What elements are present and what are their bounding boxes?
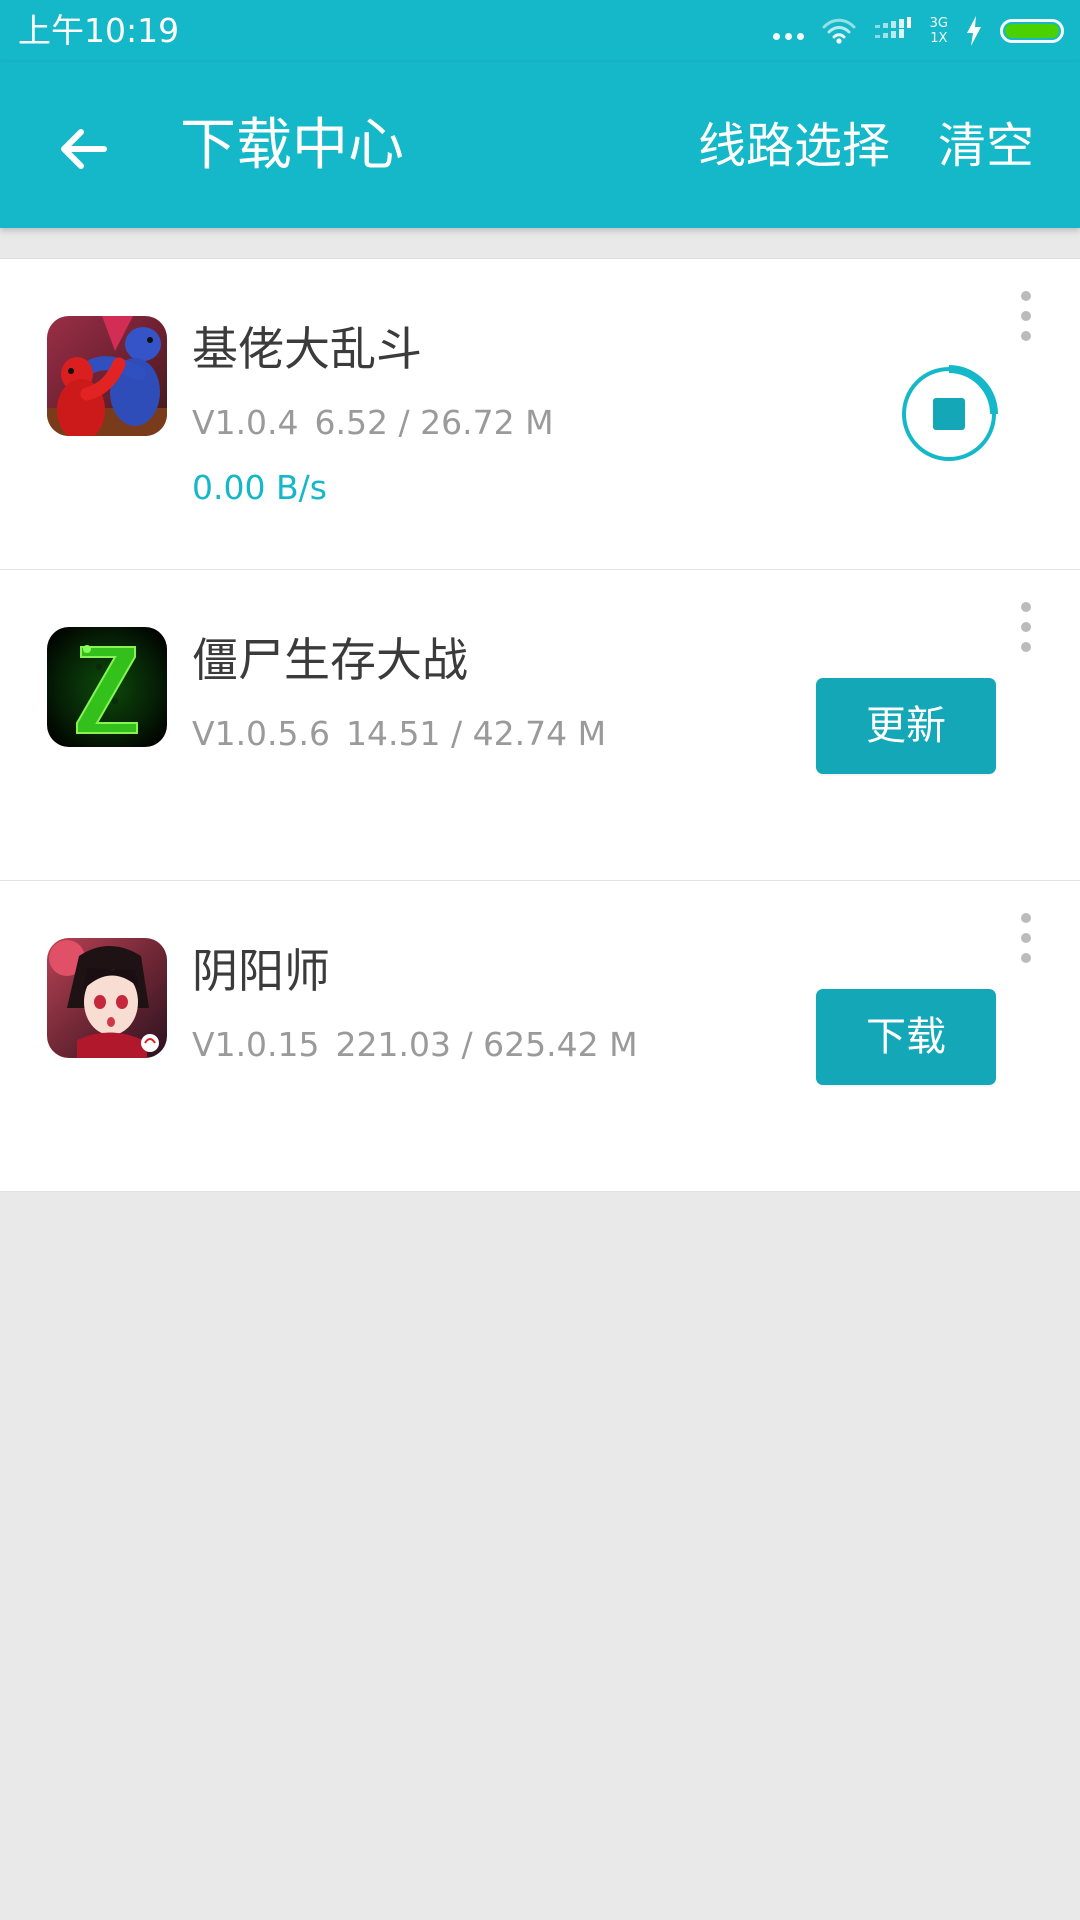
download-item[interactable]: 阴阳师 V1.0.15 221.03 / 625.42 M 下载 bbox=[0, 881, 1080, 1192]
download-item[interactable]: 僵尸生存大战 V1.0.5.6 14.51 / 42.74 M 更新 bbox=[0, 570, 1080, 881]
download-button[interactable]: 下载 bbox=[816, 989, 996, 1085]
notification-dots-icon bbox=[772, 32, 804, 40]
status-icons: 3G 1X bbox=[772, 10, 1064, 52]
download-center-screen: 上午10:19 3G 1X 下载中心 线路选择 清空 基佬大乱斗 V1.0.4 … bbox=[0, 0, 1080, 1920]
zombie-z-icon bbox=[47, 627, 167, 747]
game-name: 基佬大乱斗 bbox=[192, 322, 422, 376]
more-options-button[interactable] bbox=[1016, 913, 1036, 963]
charging-icon bbox=[967, 16, 981, 46]
wifi-icon bbox=[822, 18, 856, 44]
route-select-button[interactable]: 线路选择 bbox=[698, 114, 890, 178]
version-text: V1.0.4 bbox=[192, 403, 299, 442]
battery-level bbox=[1005, 24, 1059, 38]
progress-text: 6.52 / 26.72 M bbox=[314, 403, 554, 442]
network-type-bottom: 1X bbox=[930, 31, 948, 46]
more-options-button[interactable] bbox=[1016, 602, 1036, 652]
status-time: 上午10:19 bbox=[18, 11, 180, 50]
progress-text: 14.51 / 42.74 M bbox=[346, 714, 607, 753]
version-text: V1.0.15 bbox=[192, 1025, 320, 1064]
back-button[interactable] bbox=[48, 114, 118, 184]
onmyoji-icon bbox=[47, 938, 167, 1058]
battery-icon bbox=[1000, 19, 1064, 43]
stop-download-icon[interactable] bbox=[898, 363, 1000, 465]
download-meta: V1.0.5.6 14.51 / 42.74 M bbox=[192, 712, 606, 756]
download-item[interactable]: 基佬大乱斗 V1.0.4 6.52 / 26.72 M 0.00 B/s bbox=[0, 259, 1080, 570]
more-options-button[interactable] bbox=[1016, 291, 1036, 341]
app-bar: 下载中心 线路选择 清空 bbox=[0, 62, 1080, 228]
game-name: 阴阳师 bbox=[192, 944, 330, 998]
game-name: 僵尸生存大战 bbox=[192, 633, 468, 687]
update-button[interactable]: 更新 bbox=[816, 678, 996, 774]
status-bar: 上午10:19 3G 1X bbox=[0, 0, 1080, 62]
download-meta: V1.0.15 221.03 / 625.42 M bbox=[192, 1023, 638, 1067]
download-list: 基佬大乱斗 V1.0.4 6.52 / 26.72 M 0.00 B/s 僵尸生… bbox=[0, 258, 1080, 1192]
network-type-top: 3G bbox=[929, 16, 948, 31]
network-type: 3G 1X bbox=[930, 17, 948, 45]
progress-text: 221.03 / 625.42 M bbox=[335, 1025, 638, 1064]
version-text: V1.0.5.6 bbox=[192, 714, 331, 753]
page-title: 下载中心 bbox=[180, 113, 404, 178]
clear-button[interactable]: 清空 bbox=[938, 114, 1034, 178]
download-meta: V1.0.4 6.52 / 26.72 M bbox=[192, 401, 554, 445]
gang-beasts-icon bbox=[47, 316, 167, 436]
cellular-signal-icon bbox=[874, 17, 911, 38]
back-arrow-icon bbox=[61, 129, 107, 169]
download-speed: 0.00 B/s bbox=[192, 468, 327, 507]
